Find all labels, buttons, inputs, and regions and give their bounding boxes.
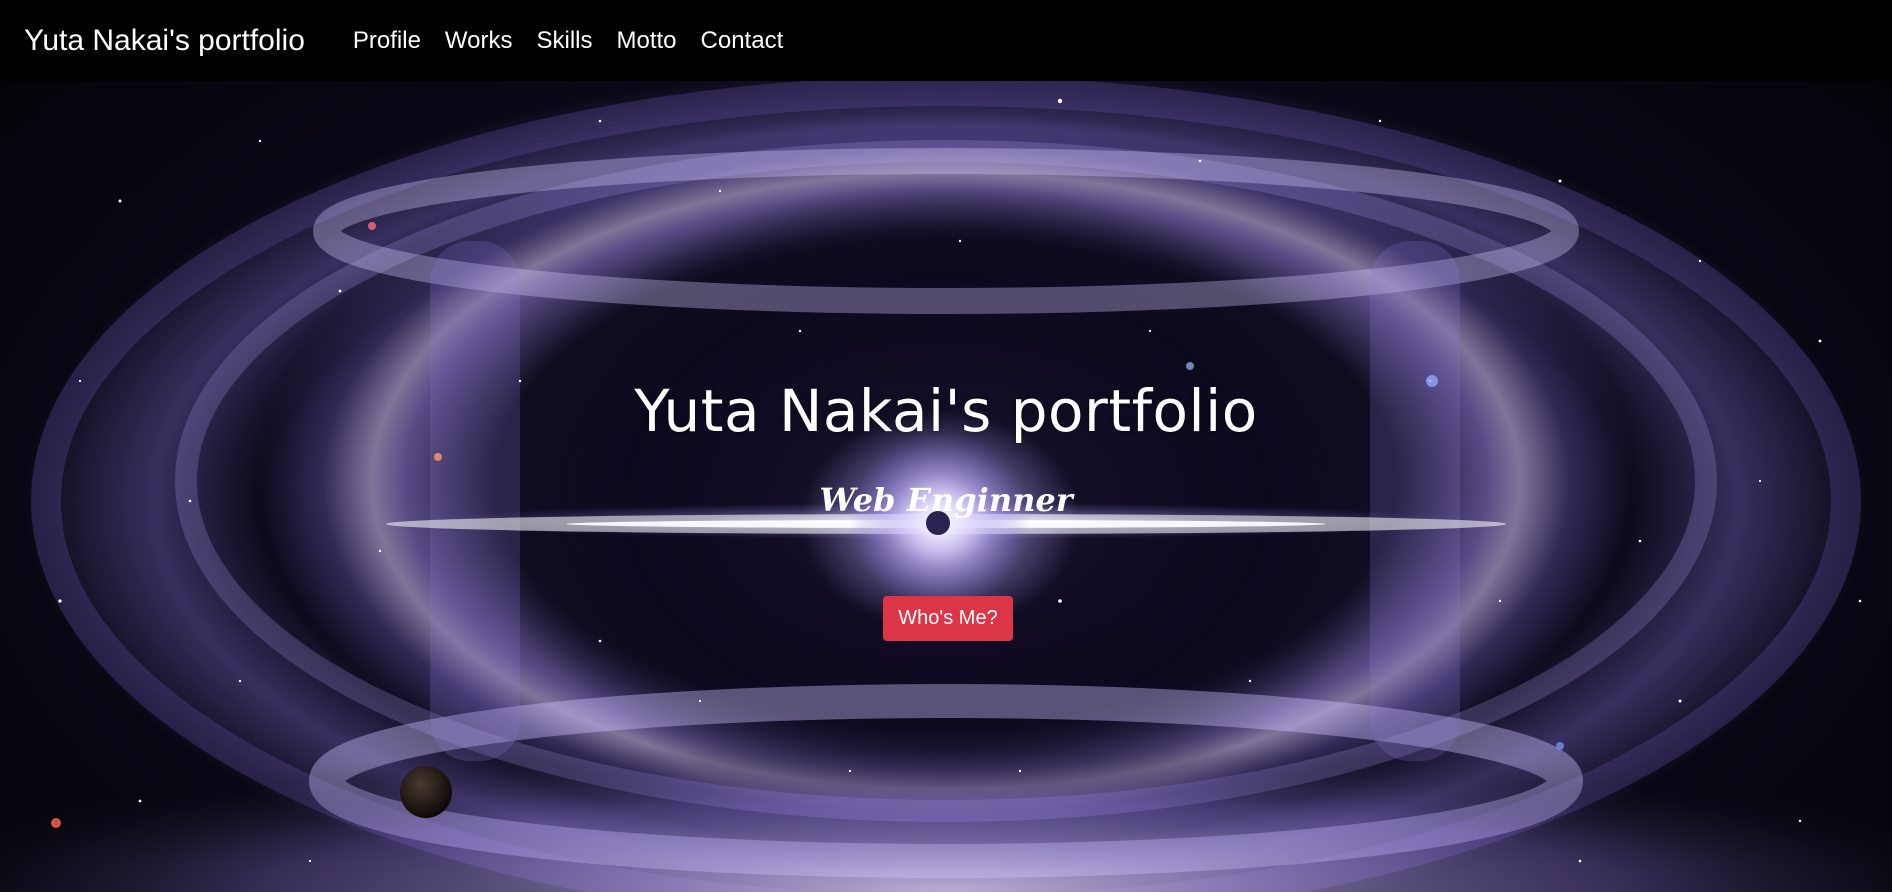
hero-subtitle: Web Enginner [819,481,1073,519]
hero-title: Yuta Nakai's portfolio [634,377,1258,445]
nav-link-motto[interactable]: Motto [605,27,689,55]
whos-me-button[interactable]: Who's Me? [883,596,1013,641]
hero-section: Yuta Nakai's portfolio Web Enginner Who'… [0,81,1892,892]
hero-content: Yuta Nakai's portfolio Web Enginner Who'… [0,81,1892,892]
nav-link-profile[interactable]: Profile [341,27,433,55]
nav-link-contact[interactable]: Contact [689,27,796,55]
nav-link-skills[interactable]: Skills [524,27,604,55]
nav-links: Profile Works Skills Motto Contact [341,27,795,55]
nav-link-works[interactable]: Works [433,27,525,55]
navbar-brand[interactable]: Yuta Nakai's portfolio [24,24,305,58]
navbar: Yuta Nakai's portfolio Profile Works Ski… [0,0,1892,81]
